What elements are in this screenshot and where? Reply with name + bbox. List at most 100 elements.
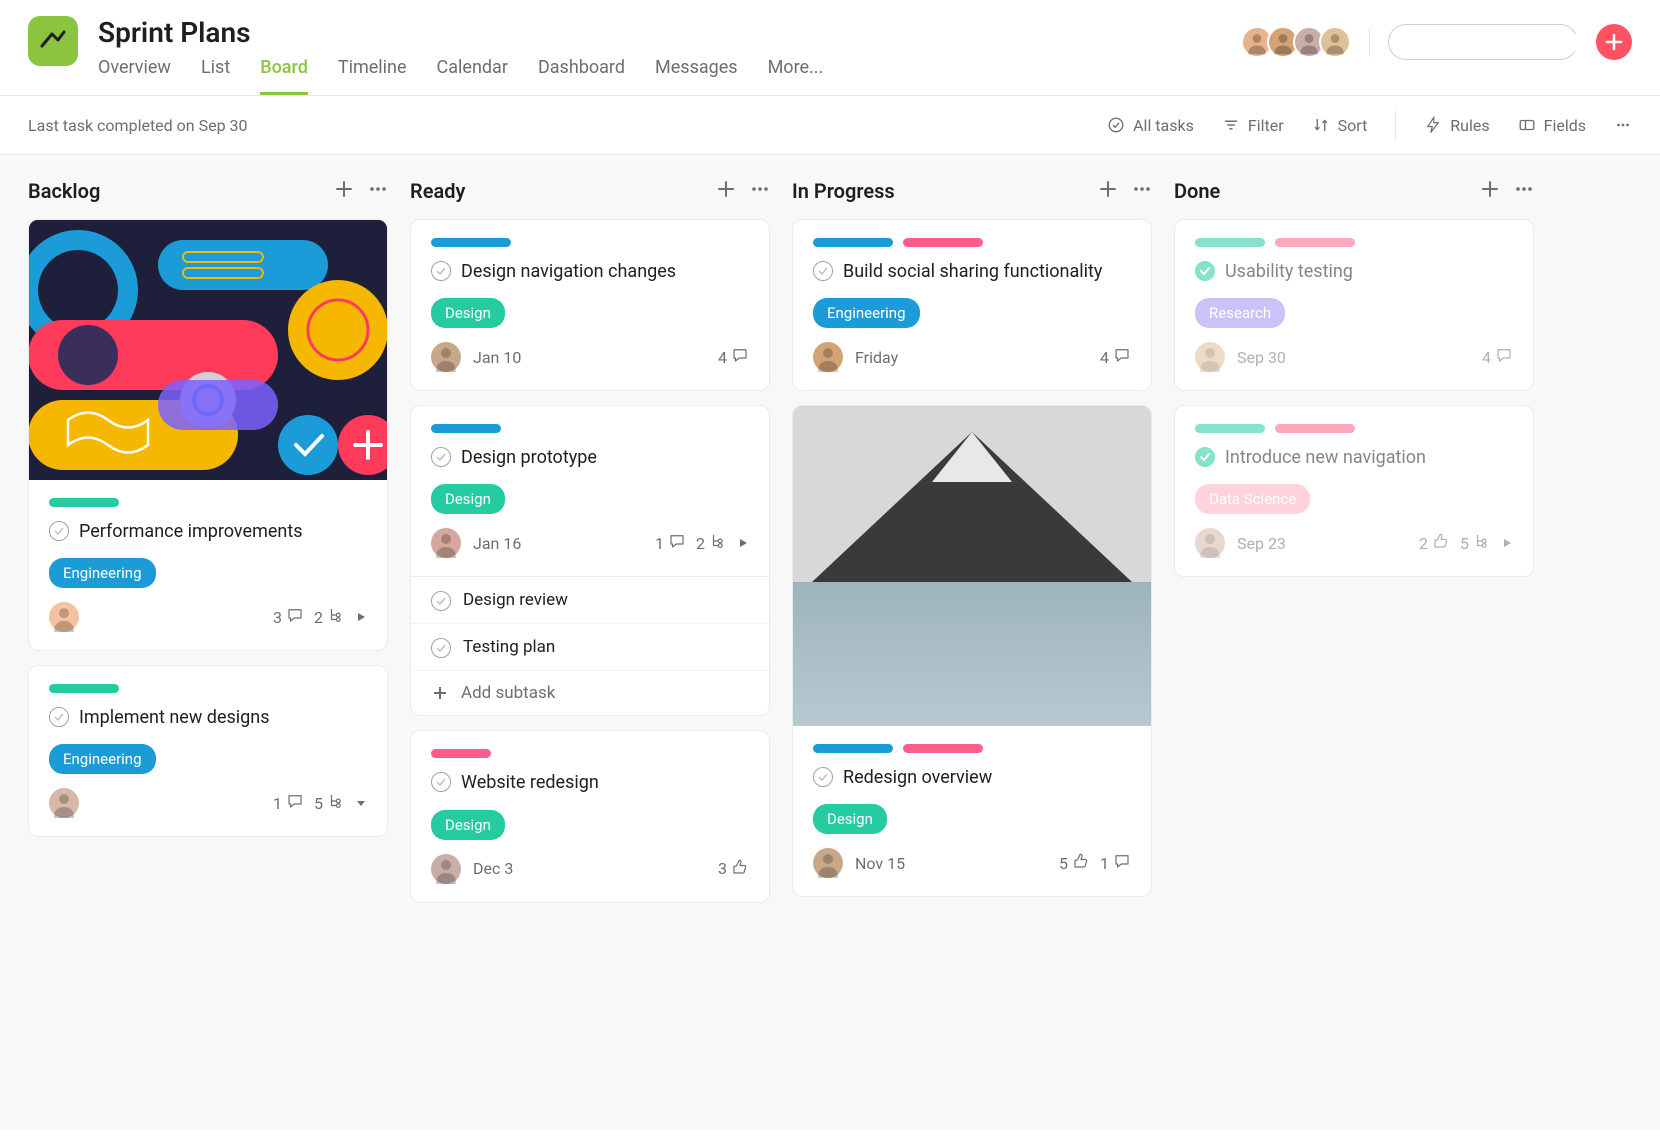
add-card-button[interactable] <box>716 179 736 203</box>
task-card[interactable]: Implement new designs Engineering 15 <box>28 665 388 837</box>
meta-comment[interactable]: 1 <box>1100 852 1131 874</box>
assignee-avatar[interactable] <box>813 848 843 878</box>
status-pill <box>431 238 511 247</box>
column-menu-button[interactable] <box>750 179 770 203</box>
tag-engineering[interactable]: Engineering <box>49 744 156 774</box>
tab-dashboard[interactable]: Dashboard <box>538 57 625 95</box>
assignee-avatar[interactable] <box>49 602 79 632</box>
card-title: Website redesign <box>461 770 599 795</box>
task-card[interactable]: Performance improvements Engineering 32 <box>28 219 388 651</box>
subtask-check[interactable] <box>431 591 451 611</box>
tag-data_science[interactable]: Data Science <box>1195 484 1310 514</box>
tag-design[interactable]: Design <box>813 804 887 834</box>
meta-like[interactable]: 3 <box>718 858 749 880</box>
assignee-avatar[interactable] <box>431 342 461 372</box>
meta-play[interactable] <box>1501 534 1513 553</box>
meta-caret[interactable] <box>355 794 367 813</box>
tag-design[interactable]: Design <box>431 810 505 840</box>
card-title: Redesign overview <box>843 765 992 790</box>
complete-toggle[interactable] <box>49 707 69 727</box>
assignee-avatar[interactable] <box>1195 528 1225 558</box>
task-card[interactable]: Introduce new navigation Data Science Se… <box>1174 405 1534 577</box>
meta-subtask[interactable]: 5 <box>314 792 345 814</box>
meta-like[interactable]: 5 <box>1059 852 1090 874</box>
column-menu-button[interactable] <box>1514 179 1534 203</box>
complete-toggle[interactable] <box>1195 261 1215 281</box>
task-card[interactable]: Usability testing Research Sep 30 4 <box>1174 219 1534 391</box>
column-header: Done <box>1174 179 1534 203</box>
all-tasks-button[interactable]: All tasks <box>1107 116 1194 135</box>
tab-timeline[interactable]: Timeline <box>338 57 407 95</box>
assignee-avatar[interactable] <box>431 528 461 558</box>
search-field[interactable] <box>1411 34 1610 51</box>
add-card-button[interactable] <box>334 179 354 203</box>
tab-overview[interactable]: Overview <box>98 57 171 95</box>
filter-button[interactable]: Filter <box>1222 116 1284 135</box>
due-date: Jan 16 <box>473 534 643 553</box>
card-title: Build social sharing functionality <box>843 259 1102 284</box>
tab-board[interactable]: Board <box>260 57 308 95</box>
subtask-item[interactable]: Design review <box>411 577 769 624</box>
add-card-button[interactable] <box>1480 179 1500 203</box>
rules-button[interactable]: Rules <box>1424 116 1489 135</box>
tab-list[interactable]: List <box>201 57 230 95</box>
add-card-button[interactable] <box>1098 179 1118 203</box>
tag-design[interactable]: Design <box>431 484 505 514</box>
dots-icon <box>1614 116 1632 134</box>
add-button[interactable] <box>1596 24 1632 60</box>
assignee-avatar[interactable] <box>431 854 461 884</box>
meta-play[interactable] <box>355 608 367 627</box>
meta-play[interactable] <box>737 534 749 553</box>
complete-toggle[interactable] <box>49 521 69 541</box>
fields-icon <box>1518 116 1536 134</box>
assignee-avatar[interactable] <box>49 788 79 818</box>
add-subtask-button[interactable]: Add subtask <box>411 671 769 715</box>
meta-count: 3 <box>718 859 727 878</box>
task-card[interactable]: Build social sharing functionality Engin… <box>792 219 1152 391</box>
member-avatars[interactable] <box>1247 26 1351 58</box>
meta-comment[interactable]: 1 <box>273 792 304 814</box>
sort-button[interactable]: Sort <box>1312 116 1368 135</box>
meta-like[interactable]: 2 <box>1419 532 1450 554</box>
meta-subtask[interactable]: 2 <box>696 532 727 554</box>
subtask-check[interactable] <box>431 638 451 658</box>
task-card[interactable]: Website redesign Design Dec 3 3 <box>410 730 770 902</box>
project-logo[interactable] <box>28 16 78 66</box>
meta-comment[interactable]: 4 <box>718 346 749 368</box>
task-card[interactable]: Design prototype Design Jan 16 12 Design… <box>410 405 770 716</box>
comment-icon <box>1113 852 1131 874</box>
meta-comment[interactable]: 1 <box>655 532 686 554</box>
assignee-avatar[interactable] <box>813 342 843 372</box>
subtask-item[interactable]: Testing plan <box>411 624 769 671</box>
column-menu-button[interactable] <box>1132 179 1152 203</box>
tag-research[interactable]: Research <box>1195 298 1285 328</box>
comment-icon <box>1495 346 1513 368</box>
fields-button[interactable]: Fields <box>1518 116 1586 135</box>
complete-toggle[interactable] <box>1195 447 1215 467</box>
header-main: Sprint Plans OverviewListBoardTimelineCa… <box>98 16 1247 95</box>
column-done: Done Usability testing Research Sep 30 4 <box>1174 179 1534 591</box>
more-options-button[interactable] <box>1614 116 1632 134</box>
complete-toggle[interactable] <box>813 767 833 787</box>
tab-more[interactable]: More... <box>768 57 824 95</box>
tab-calendar[interactable]: Calendar <box>437 57 508 95</box>
task-card[interactable]: Design navigation changes Design Jan 10 … <box>410 219 770 391</box>
member-avatar[interactable] <box>1319 26 1351 58</box>
task-card[interactable]: Redesign overview Design Nov 15 51 <box>792 405 1152 897</box>
complete-toggle[interactable] <box>813 261 833 281</box>
tag-engineering[interactable]: Engineering <box>49 558 156 588</box>
tab-messages[interactable]: Messages <box>655 57 738 95</box>
search-input[interactable] <box>1388 24 1578 60</box>
meta-comment[interactable]: 4 <box>1100 346 1131 368</box>
assignee-avatar[interactable] <box>1195 342 1225 372</box>
complete-toggle[interactable] <box>431 261 451 281</box>
meta-subtask[interactable]: 2 <box>314 606 345 628</box>
tag-design[interactable]: Design <box>431 298 505 328</box>
meta-comment[interactable]: 4 <box>1482 346 1513 368</box>
meta-subtask[interactable]: 5 <box>1460 532 1491 554</box>
complete-toggle[interactable] <box>431 447 451 467</box>
meta-comment[interactable]: 3 <box>273 606 304 628</box>
column-menu-button[interactable] <box>368 179 388 203</box>
tag-engineering[interactable]: Engineering <box>813 298 920 328</box>
complete-toggle[interactable] <box>431 772 451 792</box>
